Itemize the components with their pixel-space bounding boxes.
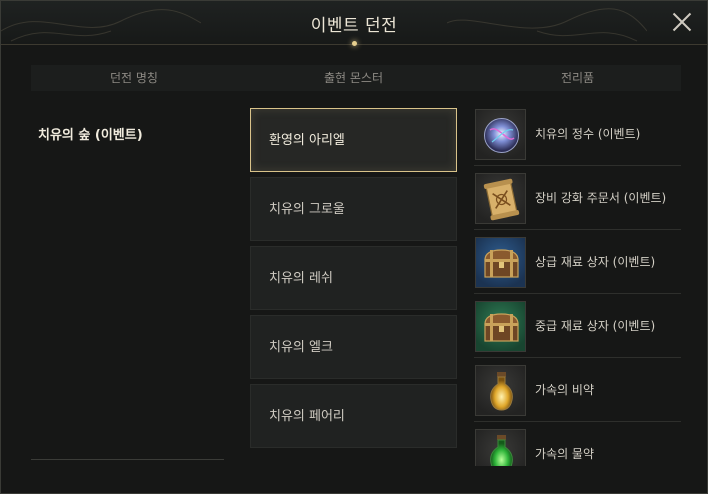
chest-icon [475, 301, 526, 352]
monster-item[interactable]: 치유의 레쉬 [250, 246, 457, 310]
chest-icon [475, 237, 526, 288]
dungeon-name[interactable]: 치유의 숲 (이벤트) [38, 124, 143, 143]
monster-item[interactable]: 치유의 엘크 [250, 315, 457, 379]
monster-item[interactable]: 치유의 페어리 [250, 384, 457, 448]
reward-label: 가속의 물약 [535, 447, 595, 461]
window-title: 이벤트 던전 [310, 16, 398, 36]
column-header-reward: 전리품 [560, 71, 595, 85]
scroll-icon [475, 173, 526, 224]
reward-item[interactable]: 상급 재료 상자 (이벤트) [474, 236, 681, 292]
reward-label: 가속의 비약 [535, 383, 595, 397]
reward-item[interactable]: 가속의 물약 [474, 428, 681, 466]
monster-item[interactable]: 환영의 아리엘 [250, 108, 457, 172]
divider [31, 459, 224, 460]
title-bar: 이벤트 던전 [1, 1, 707, 46]
column-header-bar: 던전 명칭 출현 몬스터 전리품 [31, 65, 681, 91]
divider [474, 229, 681, 230]
reward-item[interactable]: 치유의 정수 (이벤트) [474, 108, 681, 164]
event-dungeon-window: 이벤트 던전 던전 명칭 출현 몬스터 전리품 치유의 숲 (이벤트) 환영의 … [0, 0, 708, 494]
monster-item[interactable]: 치유의 그로울 [250, 177, 457, 241]
reward-label: 치유의 정수 (이벤트) [535, 127, 641, 141]
divider [474, 165, 681, 166]
essence-orb-icon [475, 109, 526, 160]
divider [474, 421, 681, 422]
divider [474, 357, 681, 358]
reward-label: 중급 재료 상자 (이벤트) [535, 319, 656, 333]
close-icon[interactable] [671, 11, 693, 33]
reward-item[interactable]: 중급 재료 상자 (이벤트) [474, 300, 681, 356]
column-header-dungeon: 던전 명칭 [110, 71, 158, 85]
reward-item[interactable]: 가속의 비약 [474, 364, 681, 420]
green-potion-icon [475, 429, 526, 466]
divider [474, 293, 681, 294]
reward-label: 상급 재료 상자 (이벤트) [535, 255, 656, 269]
reward-label: 장비 강화 주문서 (이벤트) [535, 191, 667, 205]
title-indicator-dot [352, 41, 357, 46]
reward-item[interactable]: 장비 강화 주문서 (이벤트) [474, 172, 681, 228]
golden-potion-icon [475, 365, 526, 416]
column-header-monster: 출현 몬스터 [323, 71, 383, 85]
